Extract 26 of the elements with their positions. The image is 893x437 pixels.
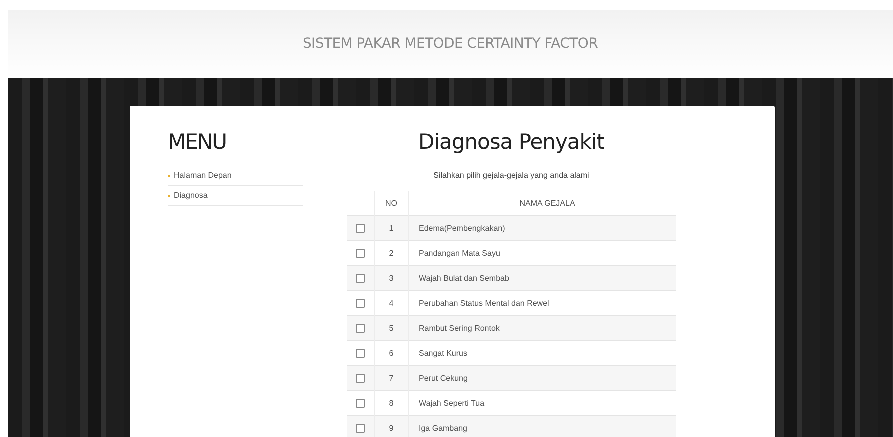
checkbox[interactable] (356, 348, 365, 358)
table-cell: 3 (374, 266, 408, 290)
table-cell: 1 (374, 216, 408, 240)
page-title: Diagnosa Penyakit (418, 130, 605, 154)
checkbox[interactable] (356, 374, 365, 383)
menu-item[interactable]: Diagnosa (168, 186, 303, 206)
checkbox[interactable] (356, 274, 365, 283)
checkbox[interactable] (356, 398, 365, 408)
table-cell: Edema(Pembengkakan) (408, 216, 676, 240)
menu-title: MENU (168, 130, 228, 154)
checkbox[interactable] (356, 224, 365, 233)
menu-item[interactable]: Halaman Depan (168, 166, 303, 186)
checkbox[interactable] (356, 424, 365, 433)
site-title: SISTEM PAKAR METODE CERTAINTY FACTOR (302, 36, 598, 52)
instruction-text: Silahkan pilih gejala-gejala yang anda alami (434, 171, 590, 180)
table-cell: 7 (374, 366, 408, 390)
header-cell: NAMA GEJALA (408, 191, 676, 216)
checkbox[interactable] (356, 324, 365, 333)
checkbox[interactable] (356, 248, 365, 258)
table-cell: Wajah Bulat dan Sembab (408, 266, 676, 290)
table-cell: Perut Cekung (408, 366, 676, 390)
table-cell: Iga Gambang (408, 416, 676, 437)
table-cell: 9 (374, 416, 408, 437)
table-cell: 5 (374, 316, 408, 340)
checkbox[interactable] (356, 298, 365, 308)
table-cell: Rambut Sering Rontok (408, 316, 676, 340)
